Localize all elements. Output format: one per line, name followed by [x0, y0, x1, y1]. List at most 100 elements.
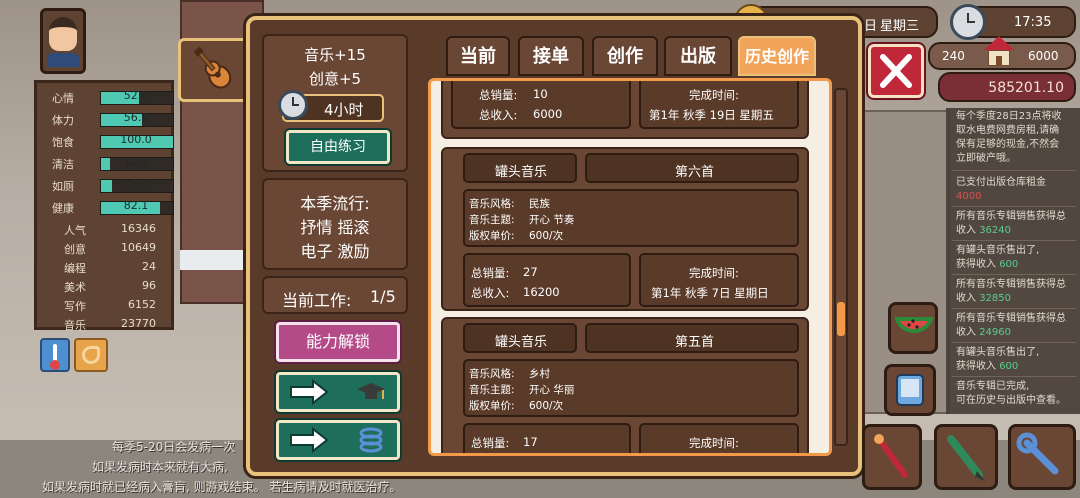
income-label: 总收入:	[479, 108, 518, 122]
history-card-partial[interactable]: 总销量: 10 总收入: 6000 完成时间: 第1年 秋季 19日 星期五	[441, 81, 809, 139]
type-label-box: 罐头音乐	[463, 153, 577, 183]
attribute-value: 10649	[121, 241, 156, 254]
card-title: 第五首	[675, 335, 715, 350]
avatar[interactable]	[40, 8, 86, 74]
finish-time-label: 完成时间:	[689, 436, 739, 450]
attribute-value: 6152	[128, 298, 156, 311]
stat-value: 82.1	[123, 199, 149, 212]
pencil-button[interactable]	[934, 424, 998, 490]
attribute-value: 23770	[121, 317, 156, 330]
watermelon-icon	[894, 317, 934, 334]
finish-time-box: 完成时间:	[639, 423, 799, 453]
arrow-right-icon	[290, 426, 329, 454]
attribute-row: 写作 6152	[42, 296, 166, 314]
attribute-label: 音乐	[64, 319, 86, 332]
theme-label: 音乐主题:	[469, 384, 515, 396]
ability-unlock-button[interactable]: 能力解锁	[276, 322, 400, 362]
divider	[952, 308, 1076, 309]
stat-label: 饱食	[52, 136, 74, 149]
wrench-button[interactable]	[1008, 424, 1076, 490]
attribute-label: 创意	[64, 243, 86, 256]
price-label: 版权单价:	[469, 400, 515, 412]
trend-title: 本季流行:	[300, 194, 370, 213]
sales-label: 总销量:	[471, 266, 510, 280]
duration-text: 4小时	[324, 101, 364, 119]
activity-box: 音乐+15 创意+5 4小时 自由练习	[262, 34, 408, 172]
sales-value: 17	[523, 435, 538, 449]
card-title: 第六首	[675, 165, 715, 180]
price-label: 版权单价:	[469, 230, 515, 242]
sales-value: 10	[533, 87, 548, 101]
phone-button[interactable]	[884, 364, 936, 416]
guitar-icon	[193, 46, 232, 89]
details-box: 音乐风格: 乡村 音乐主题: 开心 华丽 版权单价: 600/次	[463, 359, 799, 417]
watermelon-button[interactable]	[888, 302, 938, 354]
notice-amount: 600	[999, 259, 1019, 270]
current-work-count: 1/5	[370, 287, 396, 306]
paintbrush-icon	[874, 434, 908, 478]
style-label: 音乐风格:	[469, 198, 515, 210]
house-icon[interactable]	[984, 36, 1014, 68]
divider	[952, 274, 1076, 275]
notice-line: 每个季度28日23点将收	[956, 111, 1062, 122]
attribute-row: 人气 16346	[42, 220, 166, 238]
notice-line: 所有音乐专辑销售获得总	[956, 211, 1066, 222]
history-card[interactable]: 罐头音乐 第六首 音乐风格: 民族 音乐主题: 开心 节奏 版权单价: 600/…	[441, 147, 809, 311]
attribute-label: 人气	[64, 224, 86, 237]
notice-line: 所有音乐专辑销售获得总	[956, 313, 1066, 324]
brush-button[interactable]	[862, 424, 922, 490]
study-button[interactable]	[276, 372, 400, 412]
face-icon	[49, 17, 77, 51]
close-button[interactable]	[868, 44, 924, 98]
stat-label: 心情	[52, 92, 74, 105]
stat-value: 12.4	[123, 155, 149, 168]
notice-line: 收入	[956, 327, 976, 338]
tip-line-1: 每季5-20日会发病一次	[112, 440, 236, 454]
history-card[interactable]: 罐头音乐 第五首 音乐风格: 乡村 音乐主题: 开心 华丽 版权单价: 600/…	[441, 317, 809, 453]
stat-value: 56.8	[123, 111, 149, 124]
finish-time-box: 完成时间: 第1年 秋季 7日 星期日	[639, 253, 799, 307]
tab-history[interactable]: 历史创作	[738, 36, 816, 76]
notice-line: 取水电费网费房租,请确	[956, 125, 1060, 136]
stat-row: 健康 82.1	[42, 198, 174, 216]
tab-create[interactable]: 创作	[592, 36, 658, 76]
tip-line-2: 如果发病时本来就有大病,	[92, 460, 228, 474]
pencil-icon	[947, 435, 985, 481]
notice-line: 音乐专辑已完成,	[956, 381, 1030, 392]
notice-amount: 600	[999, 361, 1019, 372]
stat-row: 体力 56.8	[42, 110, 174, 128]
stat-row: 饱食 100.0	[42, 132, 174, 150]
divider	[952, 206, 1076, 207]
sales-value: 27	[523, 265, 538, 279]
sales-box: 总销量: 27 总收入: 16200	[463, 253, 631, 307]
free-practice-button[interactable]: 自由练习	[286, 130, 390, 164]
shirt-icon	[47, 53, 79, 67]
stat-label: 体力	[52, 114, 74, 127]
recording-button[interactable]	[276, 420, 400, 460]
notice-line: 可在历史与出版中查看。	[956, 395, 1066, 406]
day-label: 日	[864, 19, 878, 34]
history-list[interactable]: 总销量: 10 总收入: 6000 完成时间: 第1年 秋季 19日 星期五 罐…	[428, 78, 832, 456]
scrollbar-thumb[interactable]	[837, 302, 845, 336]
divider	[952, 240, 1076, 241]
divider	[952, 376, 1076, 377]
finish-time-label: 完成时间:	[689, 266, 739, 280]
notice-line: 立即破产哦。	[956, 153, 1016, 164]
attribute-value: 96	[142, 279, 156, 292]
stat-label: 健康	[52, 202, 74, 215]
finish-time-value: 第1年 秋季 7日 星期日	[651, 286, 769, 300]
weekday-label: 星期三	[880, 19, 920, 34]
tab-orders[interactable]: 接单	[518, 36, 584, 76]
notice-line: 收入	[956, 225, 976, 236]
clock-icon	[950, 4, 986, 40]
attribute-row: 美术 96	[42, 277, 166, 295]
tab-current[interactable]: 当前	[446, 36, 510, 76]
guitar-activity-tab[interactable]	[178, 38, 250, 102]
activity-column: 音乐+15 创意+5 4小时 自由练习 本季流行: 抒情 摇滚 电子 激励 当前…	[262, 32, 412, 468]
graduation-cap-icon	[357, 383, 385, 399]
history-scrollbar[interactable]	[834, 88, 848, 446]
thermometer-icon[interactable]	[40, 338, 70, 372]
tab-publish[interactable]: 出版	[664, 36, 732, 76]
attribute-value: 16346	[121, 222, 156, 235]
stomach-icon[interactable]	[74, 338, 108, 372]
